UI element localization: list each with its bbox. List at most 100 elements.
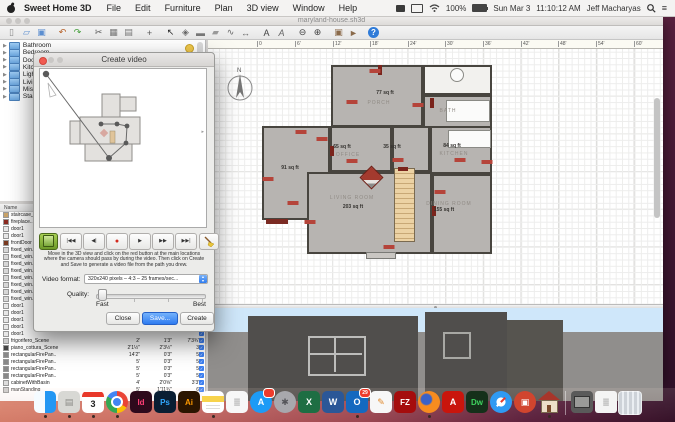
quality-slider-track[interactable] xyxy=(96,294,206,299)
status-app-icon[interactable] xyxy=(396,5,405,12)
record-button[interactable]: ● xyxy=(106,233,128,250)
table-row[interactable]: rectangularFirePan..5'0'3"5'✓ xyxy=(0,358,205,365)
dock-stickies-icon[interactable]: ▤ xyxy=(58,391,80,418)
menu-furniture[interactable]: Furniture xyxy=(158,3,208,13)
visible-checkbox[interactable]: ✓ xyxy=(199,359,204,364)
menu-bar-time[interactable]: 11:10:12 AM xyxy=(536,4,580,13)
dock-pages-icon[interactable]: ✎ xyxy=(370,391,392,413)
delete-path-button[interactable] xyxy=(39,233,58,250)
select-icon[interactable]: ↖ xyxy=(164,27,177,39)
compass-icon[interactable]: N xyxy=(224,64,256,108)
visible-checkbox[interactable]: ✓ xyxy=(199,373,204,378)
dock-app-store-icon[interactable]: A xyxy=(250,391,272,413)
close-button[interactable]: Close xyxy=(106,312,140,325)
add-furniture-icon[interactable]: + xyxy=(143,27,156,39)
dock-textedit-icon[interactable]: ≣ xyxy=(226,391,248,413)
disclosure-triangle-icon[interactable]: ▶ xyxy=(3,86,7,92)
add-text-icon[interactable]: A xyxy=(260,27,273,39)
cut-icon[interactable]: ✂ xyxy=(92,27,105,39)
disclosure-triangle-icon[interactable]: ▶ xyxy=(3,94,7,100)
name-column-header[interactable]: Name xyxy=(4,205,17,211)
dock-trash-icon[interactable] xyxy=(619,391,641,415)
menu-plan[interactable]: Plan xyxy=(208,3,240,13)
redo-icon[interactable]: ↷ xyxy=(71,27,84,39)
visible-checkbox[interactable]: ✓ xyxy=(199,352,204,357)
zoom-out-icon[interactable]: ⊖ xyxy=(296,27,309,39)
table-row[interactable]: piano_cottura_Scene2'1½"2'3½"3'✓ xyxy=(0,344,205,351)
text-style-italic-icon[interactable]: A xyxy=(275,27,288,39)
dock-photoshop-icon[interactable]: Ps xyxy=(154,391,176,413)
visible-checkbox[interactable]: ✓ xyxy=(199,380,204,385)
save-button[interactable]: Save... xyxy=(142,312,178,325)
paste-icon[interactable]: ▤ xyxy=(122,27,135,39)
visible-checkbox[interactable]: ✓ xyxy=(199,366,204,371)
plan-vertical-scrollbar[interactable] xyxy=(654,98,660,218)
select-stepper-icon[interactable]: ▲▼ xyxy=(199,275,207,283)
room-porch[interactable] xyxy=(331,65,423,127)
dock-dreamweaver-icon[interactable]: Dw xyxy=(466,391,488,413)
room-dining-room[interactable] xyxy=(432,174,492,254)
display-mirroring-icon[interactable] xyxy=(411,4,423,13)
camera-path-preview[interactable]: ▸ xyxy=(39,68,207,228)
window-titlebar[interactable]: maryland-house.sh3d xyxy=(0,16,663,26)
help-icon[interactable]: ? xyxy=(368,27,379,38)
play-button[interactable]: ▶ xyxy=(129,233,151,250)
create-button[interactable]: Create xyxy=(180,312,214,325)
dock-documents-icon[interactable]: ≣ xyxy=(595,391,617,413)
notification-center-icon[interactable]: ≡ xyxy=(662,3,667,13)
visible-checkbox[interactable]: ✓ xyxy=(199,345,204,350)
new-home-icon[interactable]: ▯ xyxy=(5,27,18,39)
dock-indesign-icon[interactable]: Id xyxy=(130,391,152,413)
dock-acrobat-icon[interactable]: A xyxy=(442,391,464,413)
sidebar-item-bathroom[interactable]: ▶Bathroom xyxy=(0,42,205,49)
quality-slider-thumb[interactable] xyxy=(98,289,107,301)
dock-firefox-icon[interactable] xyxy=(418,391,440,418)
disclosure-triangle-icon[interactable]: ▶ xyxy=(3,79,7,85)
dock-recent-window-icon[interactable] xyxy=(571,391,593,413)
disclosure-triangle-icon[interactable]: ▶ xyxy=(3,43,7,49)
create-polyline-icon[interactable]: ∿ xyxy=(224,27,237,39)
dock-filezilla-icon[interactable]: FZ xyxy=(394,391,416,413)
menu-bar-date[interactable]: Sun Mar 3 xyxy=(493,4,530,13)
dock-safari-icon[interactable] xyxy=(490,391,512,413)
open-icon[interactable]: ▱ xyxy=(20,27,33,39)
save-icon[interactable]: ▣ xyxy=(35,27,48,39)
dock-powerpoint-icon[interactable]: ▣ xyxy=(514,391,536,413)
disclosure-triangle-icon[interactable]: ▶ xyxy=(3,64,7,70)
menu-file[interactable]: File xyxy=(100,3,129,13)
fast-forward-button[interactable]: ▶▶ xyxy=(152,233,174,250)
dialog-titlebar[interactable]: Create video xyxy=(34,53,214,67)
create-photo-icon[interactable]: ▣ xyxy=(332,27,345,39)
menu-3d-view[interactable]: 3D view xyxy=(240,3,286,13)
skip-to-end-button[interactable]: ▶▶| xyxy=(175,233,197,250)
table-row[interactable]: cabinetWithBasin4'2'0⅝"3'3"✓ xyxy=(0,379,205,386)
table-row[interactable]: rectangularFirePan..14'2"0'3"5'✓ xyxy=(0,351,205,358)
battery-percent[interactable]: 100% xyxy=(446,4,466,13)
wifi-icon[interactable] xyxy=(429,4,440,12)
dock-illustrator-icon[interactable]: Ai xyxy=(178,391,200,413)
dock-calendar-icon[interactable]: 3 xyxy=(82,391,104,418)
visible-checkbox[interactable]: ✓ xyxy=(199,338,204,343)
disclosure-triangle-icon[interactable]: ▶ xyxy=(3,72,7,78)
dock-chrome-icon[interactable] xyxy=(106,391,128,418)
table-row[interactable]: frigorifero_Scene2'1'3"7'3¾"✓ xyxy=(0,337,205,344)
table-row[interactable]: rectangularFirePan..5'0'3"5'✓ xyxy=(0,365,205,372)
step-back-button[interactable]: ◀| xyxy=(83,233,105,250)
spotlight-icon[interactable] xyxy=(647,4,656,13)
disclosure-triangle-icon[interactable]: ▶ xyxy=(3,57,7,63)
dock-word-icon[interactable]: W xyxy=(322,391,344,413)
undo-icon[interactable]: ↶ xyxy=(56,27,69,39)
pan-icon[interactable]: ◈ xyxy=(179,27,192,39)
dock-excel-icon[interactable]: X xyxy=(298,391,320,413)
dock-outlook-icon[interactable]: O29 xyxy=(346,391,368,418)
create-video-icon[interactable]: ► xyxy=(347,27,360,39)
skip-to-start-button[interactable]: |◀◀ xyxy=(60,233,82,250)
copy-icon[interactable]: ▦ xyxy=(107,27,120,39)
dock-finder-icon[interactable] xyxy=(34,391,56,418)
dialog-close-button[interactable] xyxy=(39,57,47,65)
table-row[interactable]: rectangularFirePan..5'0'3"5'✓ xyxy=(0,372,205,379)
dock-system-preferences-icon[interactable]: ✱ xyxy=(274,391,296,413)
create-dimensions-icon[interactable]: ↔ xyxy=(239,27,252,39)
clean-path-button[interactable] xyxy=(199,233,219,250)
apple-menu-icon[interactable] xyxy=(6,2,16,14)
